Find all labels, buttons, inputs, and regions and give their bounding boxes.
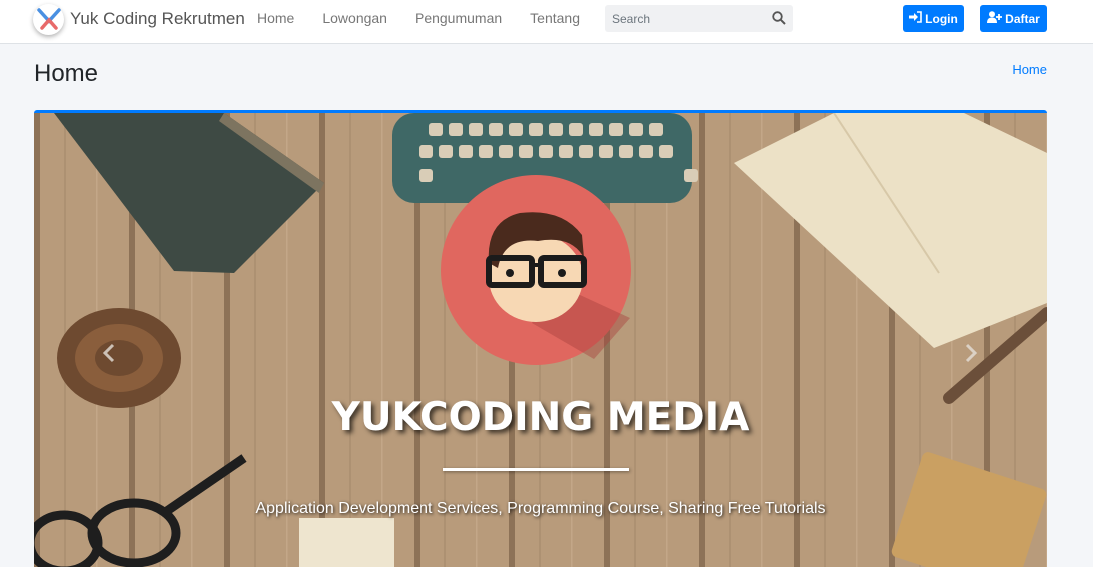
daftar-button[interactable]: Daftar bbox=[980, 5, 1047, 32]
top-navbar: Yuk Coding Rekrutmen Home Lowongan Pengu… bbox=[0, 0, 1093, 44]
carousel-prev-chevron-icon[interactable] bbox=[102, 343, 116, 368]
login-label: Login bbox=[925, 11, 958, 26]
nav-item-tentang[interactable]: Tentang bbox=[530, 10, 580, 26]
page-title: Home bbox=[34, 60, 99, 87]
brand-name: Yuk Coding Rekrutmen bbox=[70, 9, 245, 28]
nav-item-pengumuman[interactable]: Pengumuman bbox=[415, 10, 502, 26]
daftar-label: Daftar bbox=[1005, 11, 1040, 26]
main-nav: Home Lowongan Pengumuman Tentang bbox=[257, 10, 608, 26]
hero-divider bbox=[443, 468, 629, 471]
sign-in-icon bbox=[909, 11, 922, 26]
avatar bbox=[441, 175, 631, 365]
search-input[interactable] bbox=[605, 11, 765, 26]
brand-link[interactable]: Yuk Coding Rekrutmen bbox=[33, 3, 245, 35]
nav-item-lowongan[interactable]: Lowongan bbox=[322, 10, 387, 26]
search-icon[interactable] bbox=[772, 11, 786, 30]
search-box bbox=[605, 5, 793, 32]
breadcrumb-home[interactable]: Home bbox=[1012, 62, 1047, 77]
carousel-next-chevron-icon[interactable] bbox=[964, 343, 978, 368]
hero-subtitle: Application Development Services, Progra… bbox=[255, 500, 826, 517]
hero-background-image bbox=[34, 113, 1047, 567]
user-plus-icon bbox=[987, 11, 1003, 26]
hero-title: YUKCODING MEDIA bbox=[331, 395, 750, 440]
yc-logo-icon bbox=[33, 3, 64, 35]
login-button[interactable]: Login bbox=[903, 5, 964, 32]
hero-carousel: YUKCODING MEDIA Application Development … bbox=[34, 110, 1047, 567]
nav-item-home[interactable]: Home bbox=[257, 10, 294, 26]
